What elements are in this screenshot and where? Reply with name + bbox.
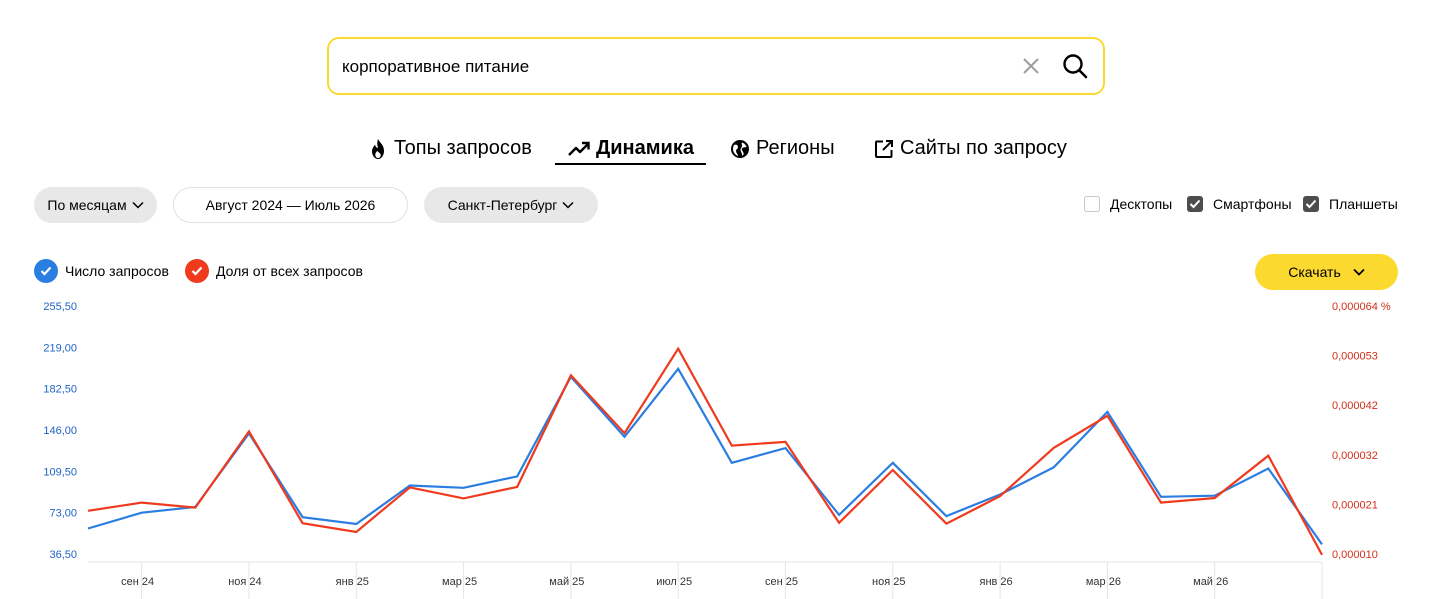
series-line-query-share: [87, 346, 1323, 556]
x-tick-label: май 25: [549, 576, 584, 588]
y-left-tick-label: 109,50: [43, 466, 77, 478]
external-link-icon: [875, 139, 893, 158]
dynamics-chart: 255,50 219,00 182,50 146,00 109,50 73,00 36,50…: [43, 301, 1391, 599]
tab-sites[interactable]: Сайты по запросу: [874, 137, 1067, 160]
y-right-tick-label: 0,000053: [1332, 351, 1378, 363]
trend-up-icon: [568, 141, 590, 156]
x-tick-label: ноя 25: [872, 576, 905, 588]
date-range-label: Август 2024 — Июль 2026: [205, 197, 376, 213]
tab-label: Динамика: [596, 137, 694, 159]
x-tick-label: июл 25: [656, 576, 692, 588]
period-grouping-select[interactable]: По месяцам: [34, 187, 157, 223]
tab-regions[interactable]: Регионы: [730, 137, 835, 160]
check-circle-icon: [185, 259, 209, 283]
close-icon[interactable]: [1021, 56, 1041, 76]
y-right-tick-label: 0,000042: [1332, 400, 1378, 412]
nav-tabs: Топы запросов Динамика Регионы Сайты по …: [0, 137, 1450, 167]
download-label: Скачать: [1288, 264, 1341, 280]
search-input[interactable]: корпоративное питание: [342, 57, 529, 77]
tab-label: Регионы: [756, 137, 835, 159]
x-tick-label: ноя 24: [228, 576, 261, 588]
device-checkbox-tablets[interactable]: Планшеты: [1303, 196, 1398, 212]
device-label: Планшеты: [1329, 196, 1398, 212]
active-tab-underline: [555, 163, 706, 165]
y-left-tick-label: 73,00: [49, 508, 77, 520]
chevron-down-icon: [562, 201, 574, 209]
x-tick-label: мар 25: [442, 576, 477, 588]
x-tick-label: май 26: [1193, 576, 1228, 588]
tab-top-queries[interactable]: Топы запросов: [368, 137, 532, 160]
legend-toggle-query-count[interactable]: Число запросов: [34, 259, 169, 283]
device-checkbox-smartphones[interactable]: Смартфоны: [1187, 196, 1292, 212]
legend-toggle-query-share[interactable]: Доля от всех запросов: [185, 259, 363, 283]
tab-label: Сайты по запросу: [900, 137, 1067, 159]
y-left-tick-label: 255,50: [43, 301, 77, 313]
y-left-tick-label: 182,50: [43, 384, 77, 396]
device-checkbox-desktops[interactable]: Десктопы: [1084, 196, 1172, 212]
y-left-tick-label: 219,00: [43, 342, 77, 354]
y-right-tick-label: 0,000064 %: [1332, 301, 1391, 313]
download-button[interactable]: Скачать: [1255, 254, 1398, 290]
chevron-down-icon: [1353, 268, 1365, 276]
search-box[interactable]: корпоративное питание: [327, 37, 1105, 95]
device-label: Смартфоны: [1213, 196, 1292, 212]
tab-label: Топы запросов: [394, 137, 532, 159]
period-grouping-label: По месяцам: [47, 197, 127, 213]
x-tick-label: янв 25: [336, 576, 369, 588]
legend-label: Число запросов: [65, 263, 169, 279]
x-tick-label: сен 24: [121, 576, 154, 588]
y-left-tick-label: 36,50: [49, 549, 77, 561]
chevron-down-icon: [132, 201, 144, 209]
y-right-tick-label: 0,000010: [1332, 549, 1378, 561]
x-tick-label: сен 25: [765, 576, 798, 588]
device-label: Десктопы: [1110, 196, 1173, 212]
check-circle-icon: [34, 259, 58, 283]
region-select[interactable]: Санкт-Петербург: [424, 187, 598, 223]
y-right-tick-label: 0,000032: [1332, 450, 1378, 462]
y-right-tick-label: 0,000021: [1332, 499, 1378, 511]
checkbox-icon: [1084, 196, 1100, 212]
x-tick-label: мар 26: [1086, 576, 1121, 588]
region-label: Санкт-Петербург: [447, 197, 558, 213]
legend-label: Доля от всех запросов: [216, 263, 363, 279]
x-tick-label: янв 26: [980, 576, 1013, 588]
checkbox-checked-icon: [1187, 196, 1203, 212]
flame-icon: [372, 138, 384, 159]
search-icon[interactable]: [1061, 52, 1089, 80]
globe-icon: [731, 139, 749, 158]
tab-dynamics[interactable]: Динамика: [568, 137, 694, 160]
date-range-picker[interactable]: Август 2024 — Июль 2026: [173, 187, 408, 223]
checkbox-checked-icon: [1303, 196, 1319, 212]
y-left-tick-label: 146,00: [43, 425, 77, 437]
